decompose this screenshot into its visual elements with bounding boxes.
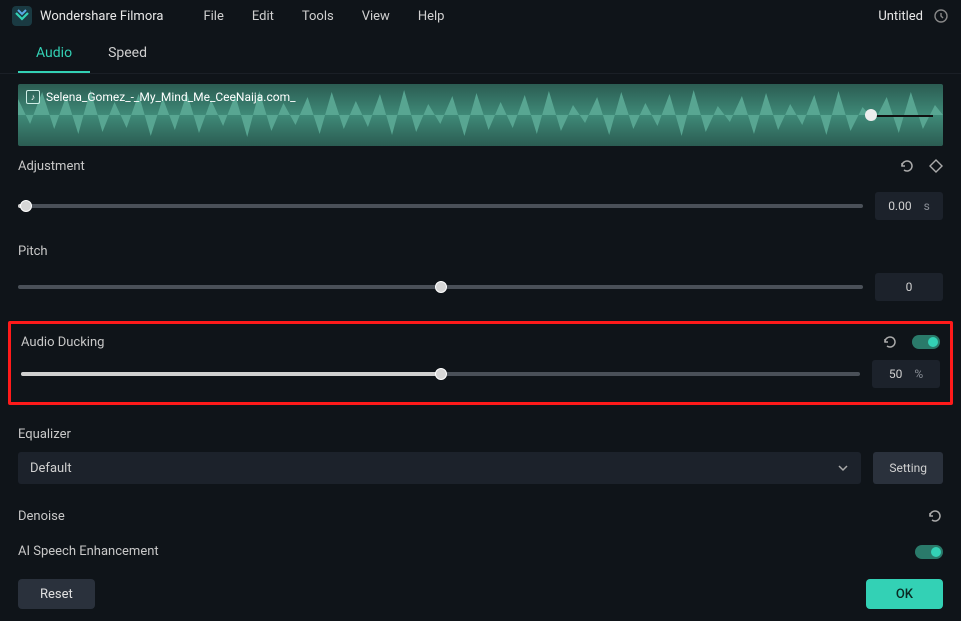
adjustment-label: Adjustment bbox=[18, 159, 85, 174]
reset-button[interactable]: Reset bbox=[18, 579, 95, 609]
music-note-icon: ♪ bbox=[26, 90, 40, 104]
pitch-slider[interactable] bbox=[18, 285, 863, 289]
ducking-label: Audio Ducking bbox=[21, 335, 104, 350]
menu-help[interactable]: Help bbox=[418, 9, 445, 24]
ducking-slider[interactable] bbox=[21, 372, 860, 376]
footer: Reset OK bbox=[0, 571, 961, 621]
ducking-header: Audio Ducking bbox=[11, 328, 950, 358]
speech-toggle[interactable] bbox=[915, 545, 943, 559]
equalizer-dropdown[interactable]: Default bbox=[18, 452, 861, 484]
tab-audio[interactable]: Audio bbox=[18, 35, 90, 73]
playhead-handle[interactable] bbox=[865, 109, 877, 121]
document-title: Untitled bbox=[878, 9, 923, 24]
equalizer-header: Equalizer bbox=[0, 415, 961, 448]
menu-file[interactable]: File bbox=[203, 9, 223, 24]
reset-icon[interactable] bbox=[927, 508, 943, 524]
main-menu: File Edit Tools View Help bbox=[203, 9, 444, 24]
ducking-value[interactable]: 50 % bbox=[872, 360, 940, 388]
equalizer-selected: Default bbox=[30, 461, 72, 476]
pitch-header: Pitch bbox=[0, 234, 961, 267]
adjustment-value[interactable]: 0.00 s bbox=[875, 192, 943, 220]
menu-tools[interactable]: Tools bbox=[302, 9, 334, 24]
pitch-value[interactable]: 0 bbox=[875, 273, 943, 301]
clip-label: ♪ Selena_Gomez_-_My_Mind_Me_CeeNaija.com… bbox=[26, 90, 296, 104]
adjustment-header: Adjustment bbox=[0, 146, 961, 186]
adjustment-slider[interactable] bbox=[18, 204, 863, 208]
ducking-slider-row: 50 % bbox=[11, 358, 950, 394]
app-name: Wondershare Filmora bbox=[40, 9, 163, 24]
menu-edit[interactable]: Edit bbox=[252, 9, 274, 24]
equalizer-label: Equalizer bbox=[18, 427, 71, 442]
playhead-line bbox=[871, 115, 933, 117]
menu-view[interactable]: View bbox=[362, 9, 390, 24]
pitch-label: Pitch bbox=[18, 244, 48, 259]
keyframe-icon[interactable] bbox=[929, 159, 943, 173]
reset-icon[interactable] bbox=[882, 334, 898, 350]
chevron-down-icon bbox=[837, 462, 849, 474]
app-logo-icon bbox=[12, 6, 32, 26]
speech-header: AI Speech Enhancement bbox=[0, 536, 961, 571]
denoise-header: Denoise bbox=[0, 496, 961, 536]
audio-waveform[interactable]: ♪ Selena_Gomez_-_My_Mind_Me_CeeNaija.com… bbox=[18, 84, 943, 146]
equalizer-setting-button[interactable]: Setting bbox=[873, 452, 943, 484]
ok-button[interactable]: OK bbox=[866, 579, 943, 609]
speech-label: AI Speech Enhancement bbox=[18, 544, 159, 559]
audio-ducking-highlight: Audio Ducking 50 % bbox=[8, 321, 953, 405]
equalizer-row: Default Setting bbox=[0, 448, 961, 496]
ducking-toggle[interactable] bbox=[912, 335, 940, 349]
tab-speed[interactable]: Speed bbox=[90, 35, 165, 73]
clip-filename: Selena_Gomez_-_My_Mind_Me_CeeNaija.com_ bbox=[46, 90, 296, 104]
reset-icon[interactable] bbox=[899, 158, 915, 174]
titlebar: Wondershare Filmora File Edit Tools View… bbox=[0, 0, 961, 32]
tab-bar: Audio Speed bbox=[0, 32, 961, 74]
history-icon[interactable] bbox=[933, 8, 949, 24]
denoise-label: Denoise bbox=[18, 509, 65, 524]
adjustment-slider-row: 0.00 s bbox=[0, 186, 961, 234]
pitch-slider-row: 0 bbox=[0, 267, 961, 315]
